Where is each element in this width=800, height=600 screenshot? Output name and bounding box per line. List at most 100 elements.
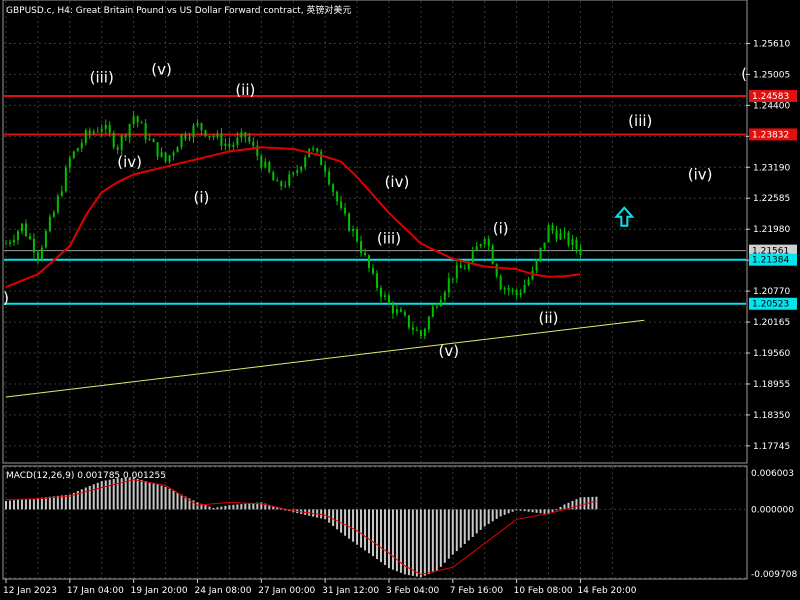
- macd-bar: [507, 509, 510, 514]
- candle-body: [40, 247, 43, 259]
- macd-bar: [527, 509, 530, 512]
- candle-body: [443, 292, 446, 300]
- macd-bar: [196, 502, 199, 510]
- macd-bar: [579, 497, 582, 510]
- macd-bar: [503, 509, 506, 515]
- macd-bar: [212, 507, 215, 510]
- price-tick-label: 1.20165: [753, 318, 790, 328]
- candle-body: [240, 132, 243, 138]
- wave-label: ): [3, 289, 9, 307]
- time-tick-label: 7 Feb 16:00: [450, 586, 504, 596]
- macd-bar: [224, 505, 227, 510]
- candle-body: [340, 201, 343, 208]
- candle-body: [379, 287, 382, 297]
- candle-body: [156, 142, 159, 157]
- candle-body: [479, 244, 482, 247]
- macd-bar: [391, 509, 394, 570]
- macd-bar: [423, 509, 426, 576]
- candle-body: [348, 213, 351, 231]
- macd-bar: [531, 509, 534, 513]
- macd-bar: [136, 478, 139, 510]
- macd-bar: [4, 500, 7, 510]
- macd-bar: [104, 480, 107, 510]
- candle-body: [260, 155, 263, 168]
- candle-body: [180, 134, 183, 148]
- candle-body: [132, 116, 135, 125]
- candle-body: [104, 124, 107, 129]
- macd-bar: [551, 509, 554, 512]
- macd-bar: [124, 477, 127, 510]
- candle-body: [503, 288, 506, 290]
- macd-bar: [515, 509, 518, 511]
- macd-bar: [108, 479, 111, 510]
- candle-body: [575, 239, 578, 249]
- candle-body: [539, 247, 542, 260]
- macd-bar: [431, 509, 434, 573]
- macd-bar: [132, 477, 135, 510]
- macd-bar: [379, 509, 382, 563]
- macd-bar: [372, 509, 375, 557]
- candle-body: [407, 315, 410, 328]
- macd-bar: [12, 500, 15, 510]
- macd-bar: [152, 483, 155, 510]
- macd-bar: [84, 487, 87, 510]
- macd-bar: [383, 509, 386, 566]
- macd-bar: [523, 509, 526, 512]
- macd-bar: [439, 509, 442, 567]
- macd-bar: [204, 505, 207, 510]
- macd-bar: [140, 479, 143, 510]
- candle-body: [459, 265, 462, 269]
- candle-body: [16, 231, 19, 240]
- macd-bar: [435, 509, 438, 571]
- wave-label: (iii): [90, 68, 114, 86]
- candle-body: [84, 130, 87, 143]
- macd-bar: [240, 504, 243, 510]
- candle-body: [391, 303, 394, 314]
- macd-bar: [395, 509, 398, 572]
- price-tick-label: 1.17745: [753, 442, 790, 452]
- macd-bar: [451, 509, 454, 555]
- macd-bar: [172, 490, 175, 510]
- macd-bar: [491, 509, 494, 522]
- candle-body: [252, 141, 255, 146]
- candle-body: [28, 236, 31, 239]
- candle-body: [511, 289, 514, 291]
- macd-bar: [28, 498, 31, 510]
- wave-label: (i): [194, 189, 210, 207]
- macd-bar: [519, 509, 522, 511]
- candle-body: [447, 278, 450, 293]
- macd-bar: [455, 509, 458, 552]
- macd-bar: [575, 499, 578, 510]
- candle-body: [567, 232, 570, 245]
- candle-body: [288, 174, 291, 186]
- time-tick-label: 17 Jan 04:00: [67, 586, 124, 596]
- candle-body: [224, 143, 227, 147]
- candle-body: [499, 276, 502, 290]
- candle-body: [76, 148, 79, 152]
- candle-body: [128, 124, 131, 138]
- candle-body: [96, 131, 99, 133]
- candle-body: [507, 288, 510, 291]
- candle-body: [491, 245, 494, 265]
- macd-bar: [248, 503, 251, 510]
- candle-body: [48, 216, 51, 232]
- macd-bar: [244, 503, 247, 510]
- macd-bar: [419, 509, 422, 578]
- macd-bar: [403, 509, 406, 575]
- candle-body: [324, 165, 327, 172]
- macd-bar: [407, 509, 410, 576]
- candle-body: [316, 148, 319, 152]
- macd-bar: [368, 509, 371, 554]
- candle-body: [32, 238, 35, 253]
- candle-body: [228, 143, 231, 147]
- wave-label: (iii): [628, 112, 652, 130]
- macd-bar: [543, 509, 546, 514]
- macd-tick-label: 0.000000: [751, 505, 794, 515]
- price-tick-label: 1.18350: [753, 411, 790, 421]
- macd-bar: [252, 503, 255, 510]
- price-tick-label: 1.25005: [753, 70, 790, 80]
- candle-body: [72, 151, 75, 158]
- price-tick-label: 1.23190: [753, 163, 790, 173]
- macd-bar: [36, 498, 39, 510]
- wave-label: (ii): [539, 309, 559, 327]
